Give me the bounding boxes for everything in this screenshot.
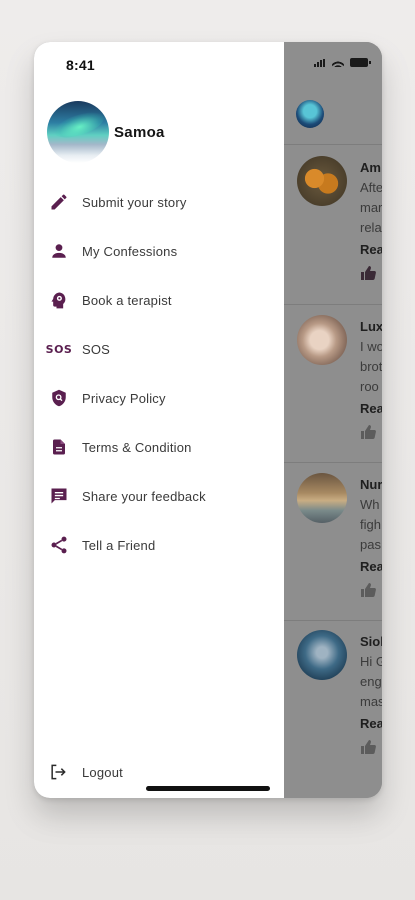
menu-item-tell-friend[interactable]: Tell a Friend [34, 525, 284, 565]
read-more-link[interactable]: Rea [360, 242, 382, 257]
pencil-icon [48, 191, 70, 213]
menu-item-label: Book a terapist [82, 292, 172, 308]
menu-item-label: My Confessions [82, 243, 178, 259]
feedback-icon [48, 485, 70, 507]
post-text-line: Afte [360, 180, 382, 195]
post-divider [284, 462, 382, 463]
menu-item-label: SOS [82, 341, 111, 357]
feed-post[interactable]: Nur Wh figh pas Rea [284, 473, 382, 628]
logout-button[interactable]: Logout [34, 755, 284, 789]
menu-item-sos[interactable]: SOS SOS [34, 329, 284, 369]
post-text-line: roo [360, 379, 379, 394]
thumbs-up-icon[interactable] [360, 583, 376, 597]
read-more-link[interactable]: Rea [360, 716, 382, 731]
post-divider [284, 620, 382, 621]
post-text-line: I wo [360, 339, 382, 354]
post-text-line: figh [360, 517, 381, 532]
phone-frame: Am Afte mar rela Rea Lux I wo brot roo R… [34, 42, 382, 798]
status-icons [314, 58, 371, 67]
post-author: Nur [360, 477, 382, 492]
post-text-line: pas [360, 537, 381, 552]
menu-item-share-feedback[interactable]: Share your feedback [34, 476, 284, 516]
battery-icon [350, 58, 371, 67]
person-icon [48, 240, 70, 262]
thumbs-up-icon[interactable] [360, 425, 376, 439]
read-more-link[interactable]: Rea [360, 401, 382, 416]
post-author: Siol [360, 634, 382, 649]
header-avatar[interactable] [296, 100, 324, 128]
menu-item-terms[interactable]: Terms & Condition [34, 427, 284, 467]
sos-icon: SOS [45, 338, 73, 360]
header-divider [284, 144, 382, 145]
post-avatar [297, 630, 347, 680]
profile-avatar[interactable] [47, 101, 109, 163]
thumbs-up-icon[interactable] [360, 740, 376, 754]
post-divider [284, 304, 382, 305]
menu-item-privacy-policy[interactable]: Privacy Policy [34, 378, 284, 418]
background-feed[interactable]: Am Afte mar rela Rea Lux I wo brot roo R… [284, 42, 382, 798]
head-icon [48, 289, 70, 311]
signal-icon [314, 58, 326, 67]
home-indicator[interactable] [146, 786, 270, 791]
menu-item-label: Tell a Friend [82, 537, 156, 553]
post-avatar [297, 156, 347, 206]
post-text-line: brot [360, 359, 382, 374]
profile-name: Samoa [114, 124, 165, 141]
menu-item-submit-story[interactable]: Submit your story [34, 182, 284, 222]
post-text-line: eng [360, 674, 382, 689]
feed-post[interactable]: Lux I wo brot roo Rea [284, 315, 382, 470]
post-text-line: mas [360, 694, 382, 709]
menu-item-book-therapist[interactable]: Book a terapist [34, 280, 284, 320]
wifi-icon [332, 58, 344, 67]
sos-icon-text: SOS [45, 342, 73, 356]
shield-icon [48, 387, 70, 409]
document-icon [48, 436, 70, 458]
navigation-drawer: 8:41 Samoa Submit your story My Confessi… [34, 42, 284, 798]
logout-icon [48, 762, 70, 784]
menu-item-label: Share your feedback [82, 488, 206, 504]
post-text-line: rela [360, 220, 382, 235]
post-author: Lux [360, 319, 382, 334]
share-icon [48, 534, 70, 556]
menu-item-my-confessions[interactable]: My Confessions [34, 231, 284, 271]
read-more-link[interactable]: Rea [360, 559, 382, 574]
status-time: 8:41 [66, 57, 95, 73]
feed-post[interactable]: Am Afte mar rela Rea [284, 156, 382, 311]
post-avatar [297, 473, 347, 523]
logout-label: Logout [82, 765, 123, 780]
post-text-line: Hi G [360, 654, 382, 669]
post-author: Am [360, 160, 381, 175]
feed-post[interactable]: Siol Hi G eng mas Rea [284, 630, 382, 785]
menu-item-label: Privacy Policy [82, 390, 166, 406]
thumbs-up-icon[interactable] [360, 266, 376, 280]
post-text-line: Wh [360, 497, 380, 512]
post-avatar [297, 315, 347, 365]
menu-item-label: Submit your story [82, 194, 187, 210]
menu-item-label: Terms & Condition [82, 439, 192, 455]
post-text-line: mar [360, 200, 382, 215]
